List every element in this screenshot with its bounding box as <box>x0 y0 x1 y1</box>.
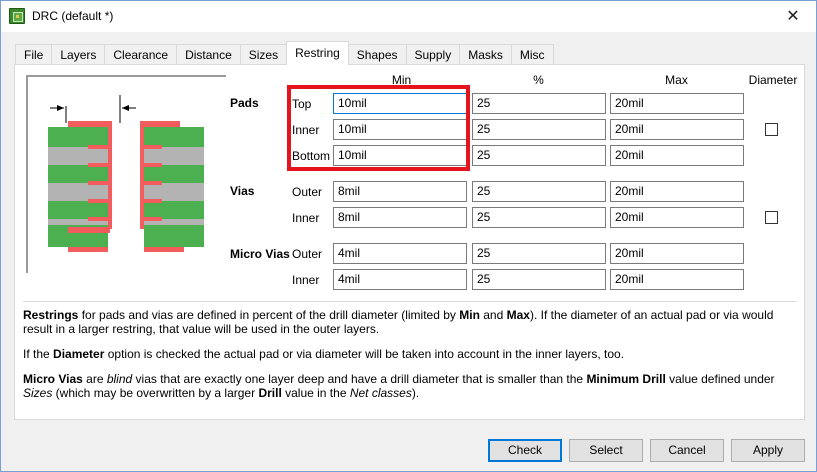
column-header-percent: % <box>533 73 544 87</box>
pads-bottom-percent-input[interactable]: 25 <box>472 145 606 166</box>
help-diameter: If the Diameter option is checked the ac… <box>23 347 788 361</box>
title-bar: DRC (default *) ✕ <box>1 1 816 32</box>
micro-vias-outer-percent-input[interactable]: 25 <box>472 243 606 264</box>
tab-restring[interactable]: Restring <box>286 41 349 65</box>
help-restrings-b3: Max <box>506 308 530 322</box>
micro-vias-inner-max-input[interactable]: 20mil <box>610 269 744 290</box>
vias-outer-label: Outer <box>292 185 323 199</box>
select-button[interactable]: Select <box>569 439 643 462</box>
vias-inner-min-input[interactable]: 8mil <box>333 207 467 228</box>
help-micro-vias-t3: value defined under <box>665 372 775 386</box>
help-micro-vias-i1: blind <box>106 372 133 386</box>
help-diameter-t1: If the <box>23 347 54 361</box>
help-micro-vias-t5: value in the <box>281 386 350 400</box>
help-micro-vias-i3: Net classes <box>349 386 412 400</box>
help-restrings: Restrings for pads and vias are defined … <box>23 308 788 336</box>
help-restrings-b2: Min <box>459 308 480 322</box>
micro-vias-outer-min-input[interactable]: 4mil <box>333 243 467 264</box>
help-restrings-t2: and <box>479 308 507 322</box>
tab-shapes[interactable]: Shapes <box>347 44 407 65</box>
help-micro-vias: Micro Vias are blind vias that are exact… <box>23 372 788 400</box>
restring-illustration <box>48 95 204 252</box>
pads-bottom-max-input[interactable]: 20mil <box>610 145 744 166</box>
close-icon[interactable]: ✕ <box>770 1 816 32</box>
micro-vias-label: Micro Vias <box>230 247 290 261</box>
help-restrings-t1: for pads and vias are defined in percent… <box>78 308 460 322</box>
vias-outer-min-input[interactable]: 8mil <box>333 181 467 202</box>
tab-masks[interactable]: Masks <box>459 44 512 65</box>
tab-layers[interactable]: Layers <box>51 44 106 65</box>
help-micro-vias-b3: Drill <box>258 386 282 400</box>
micro-vias-inner-percent-input[interactable]: 25 <box>472 269 606 290</box>
help-restrings-b1: Restrings <box>23 308 79 322</box>
pads-bottom-label: Bottom <box>292 149 331 163</box>
pads-top-min-value: 10mil <box>338 96 367 110</box>
help-micro-vias-b2: Minimum Drill <box>586 372 666 386</box>
tab-file[interactable]: File <box>15 44 53 65</box>
help-micro-vias-i2: Sizes <box>23 386 53 400</box>
pads-top-percent-input[interactable]: 25 <box>472 93 606 114</box>
check-button[interactable]: Check <box>488 439 562 462</box>
pads-inner-max-input[interactable]: 20mil <box>610 119 744 140</box>
column-header-diameter: Diameter <box>748 73 798 87</box>
tab-distance[interactable]: Distance <box>176 44 241 65</box>
pads-inner-min-input[interactable]: 10mil <box>333 119 467 140</box>
vias-outer-max-input[interactable]: 20mil <box>610 181 744 202</box>
apply-button[interactable]: Apply <box>731 439 805 462</box>
pads-top-max-input[interactable]: 20mil <box>610 93 744 114</box>
micro-vias-inner-min-input[interactable]: 4mil <box>333 269 467 290</box>
vias-diameter-checkbox[interactable] <box>765 211 778 224</box>
help-micro-vias-t1: are <box>82 372 107 386</box>
micro-vias-inner-label: Inner <box>292 273 320 287</box>
app-icon <box>9 8 25 24</box>
help-diameter-t2: option is checked the actual pad or via … <box>104 347 625 361</box>
tab-sizes[interactable]: Sizes <box>239 44 288 65</box>
help-micro-vias-t6: ). <box>411 386 420 400</box>
help-micro-vias-t2: vias that are exactly one layer deep and… <box>132 372 587 386</box>
cancel-button[interactable]: Cancel <box>650 439 724 462</box>
tab-clearance[interactable]: Clearance <box>104 44 178 65</box>
vias-inner-percent-input[interactable]: 25 <box>472 207 606 228</box>
tab-bar: File Layers Clearance Distance Sizes Res… <box>15 41 554 65</box>
pads-inner-label: Inner <box>292 123 320 137</box>
tab-misc[interactable]: Misc <box>510 44 554 65</box>
restring-diagram <box>26 75 226 273</box>
pads-bottom-min-input[interactable]: 10mil <box>333 145 467 166</box>
pads-inner-percent-input[interactable]: 25 <box>472 119 606 140</box>
micro-vias-outer-max-input[interactable]: 20mil <box>610 243 744 264</box>
vias-label: Vias <box>230 184 255 198</box>
tab-supply[interactable]: Supply <box>405 44 461 65</box>
help-micro-vias-t4: (which may be overwritten by a larger <box>52 386 259 400</box>
drc-dialog: DRC (default *) ✕ File Layers Clearance … <box>0 0 817 472</box>
help-micro-vias-b1: Micro Vias <box>23 372 83 386</box>
restring-panel: Min % Max Diameter Pads Top 10mil 25 20m… <box>14 64 805 420</box>
window-title: DRC (default *) <box>32 9 114 23</box>
help-divider <box>23 301 797 302</box>
vias-outer-percent-input[interactable]: 25 <box>472 181 606 202</box>
column-header-min: Min <box>391 73 412 87</box>
pads-top-min-input[interactable]: 10mil <box>333 93 467 114</box>
help-diameter-b1: Diameter <box>53 347 105 361</box>
vias-inner-max-input[interactable]: 20mil <box>610 207 744 228</box>
pads-label: Pads <box>230 96 259 110</box>
micro-vias-outer-label: Outer <box>292 247 323 261</box>
pads-diameter-checkbox[interactable] <box>765 123 778 136</box>
pads-top-label: Top <box>292 97 312 111</box>
vias-inner-label: Inner <box>292 211 320 225</box>
column-header-max: Max <box>665 73 688 87</box>
